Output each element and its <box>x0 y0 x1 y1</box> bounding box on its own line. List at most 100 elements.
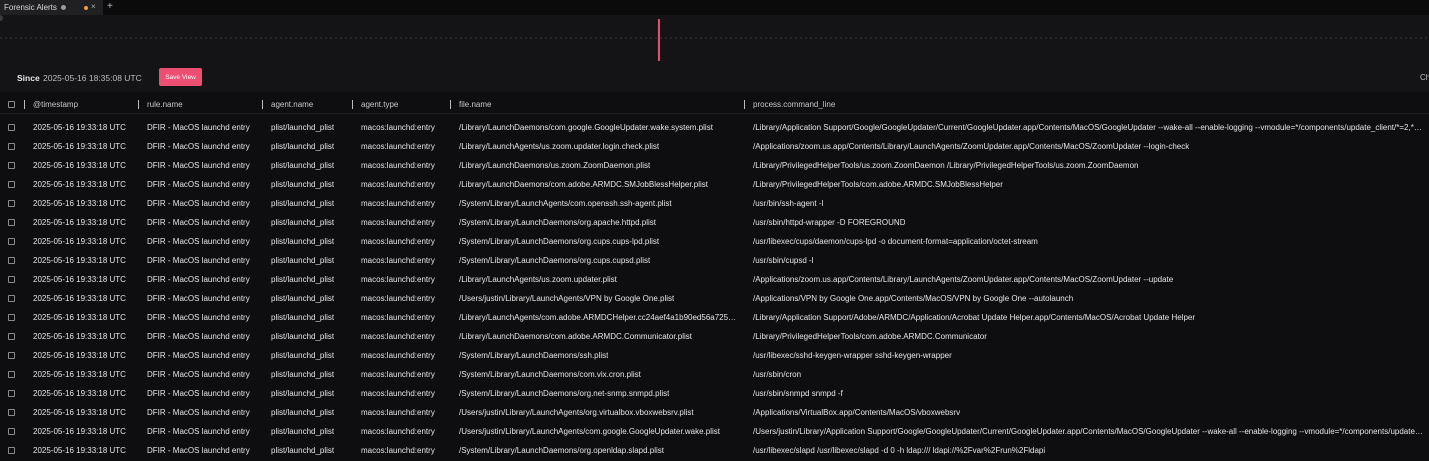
cell-timestamp: 2025-05-16 19:33:18 UTC <box>33 218 126 227</box>
cell-agent-type: macos:launchd:entry <box>361 256 435 265</box>
row-checkbox[interactable] <box>8 314 15 321</box>
histogram-chart <box>0 15 1429 65</box>
cell-agent-type: macos:launchd:entry <box>361 294 435 303</box>
cell-rule-name: DFIR - MacOS launchd entry <box>147 180 250 189</box>
table-row[interactable]: 2025-05-16 19:33:18 UTC DFIR - MacOS laun… <box>0 422 1429 441</box>
column-separator[interactable] <box>450 100 451 109</box>
cell-agent-name: plist/launchd_plist <box>271 389 335 398</box>
cell-agent-type: macos:launchd:entry <box>361 351 435 360</box>
cell-agent-name: plist/launchd_plist <box>271 256 335 265</box>
cell-command-line: /usr/libexec/slapd /usr/libexec/slapd -d… <box>753 446 1046 455</box>
column-separator[interactable] <box>352 100 353 109</box>
toolbar-edge-text[interactable]: Ch <box>1420 73 1429 82</box>
cell-command-line: /Library/PrivilegedHelperTools/com.adobe… <box>753 332 987 341</box>
row-checkbox[interactable] <box>8 352 15 359</box>
tab-forensic-alerts[interactable]: Forensic Alerts × <box>0 0 103 15</box>
cell-command-line: /Applications/VPN by Google One.app/Cont… <box>753 294 1074 303</box>
cell-agent-name: plist/launchd_plist <box>271 142 335 151</box>
cell-agent-type: macos:launchd:entry <box>361 446 435 455</box>
row-checkbox[interactable] <box>8 219 15 226</box>
row-checkbox[interactable] <box>8 447 15 454</box>
cell-timestamp: 2025-05-16 19:33:18 UTC <box>33 256 126 265</box>
row-checkbox[interactable] <box>8 276 15 283</box>
table-row[interactable]: 2025-05-16 19:33:18 UTC DFIR - MacOS laun… <box>0 270 1429 289</box>
table-row[interactable]: 2025-05-16 19:33:18 UTC DFIR - MacOS laun… <box>0 194 1429 213</box>
cell-command-line: /Users/justin/Library/Application Suppor… <box>753 427 1423 436</box>
table-row[interactable]: 2025-05-16 19:33:18 UTC DFIR - MacOS laun… <box>0 232 1429 251</box>
row-checkbox[interactable] <box>8 181 15 188</box>
cell-rule-name: DFIR - MacOS launchd entry <box>147 199 250 208</box>
info-icon <box>60 5 66 10</box>
cell-agent-type: macos:launchd:entry <box>361 313 435 322</box>
column-separator[interactable] <box>744 100 745 109</box>
cell-file-name: /Library/LaunchDaemons/com.google.Google… <box>459 123 713 132</box>
row-checkbox[interactable] <box>8 257 15 264</box>
cell-timestamp: 2025-05-16 19:33:18 UTC <box>33 332 126 341</box>
cell-rule-name: DFIR - MacOS launchd entry <box>147 275 250 284</box>
column-separator[interactable] <box>138 100 139 109</box>
table-row[interactable]: 2025-05-16 19:33:18 UTC DFIR - MacOS laun… <box>0 384 1429 403</box>
column-header-agent-name[interactable]: agent.name <box>271 100 313 109</box>
cell-agent-name: plist/launchd_plist <box>271 161 335 170</box>
cell-file-name: /Library/LaunchDaemons/us.zoom.ZoomDaemo… <box>459 161 651 170</box>
cell-file-name: /System/Library/LaunchDaemons/org.cups.c… <box>459 237 660 246</box>
table-row[interactable]: 2025-05-16 19:33:18 UTC DFIR - MacOS laun… <box>0 251 1429 270</box>
cell-agent-name: plist/launchd_plist <box>271 275 335 284</box>
table-row[interactable]: 2025-05-16 19:33:18 UTC DFIR - MacOS laun… <box>0 289 1429 308</box>
cell-command-line: /usr/bin/ssh-agent -l <box>753 199 824 208</box>
cell-file-name: /Users/justin/Library/LaunchAgents/VPN b… <box>459 294 675 303</box>
cell-agent-name: plist/launchd_plist <box>271 237 335 246</box>
cell-timestamp: 2025-05-16 19:33:18 UTC <box>33 313 126 322</box>
cell-agent-type: macos:launchd:entry <box>361 142 435 151</box>
row-checkbox[interactable] <box>8 295 15 302</box>
table-row[interactable]: 2025-05-16 19:33:18 UTC DFIR - MacOS laun… <box>0 118 1429 137</box>
row-checkbox[interactable] <box>8 162 15 169</box>
table-row[interactable]: 2025-05-16 19:33:18 UTC DFIR - MacOS laun… <box>0 441 1429 460</box>
row-checkbox[interactable] <box>8 390 15 397</box>
cell-command-line: /usr/sbin/httpd-wrapper -D FOREGROUND <box>753 218 906 227</box>
cell-timestamp: 2025-05-16 19:33:18 UTC <box>33 237 126 246</box>
column-header-agent-type[interactable]: agent.type <box>361 100 398 109</box>
row-checkbox[interactable] <box>8 143 15 150</box>
cell-agent-type: macos:launchd:entry <box>361 408 435 417</box>
table-row[interactable]: 2025-05-16 19:33:18 UTC DFIR - MacOS laun… <box>0 327 1429 346</box>
table-row[interactable]: 2025-05-16 19:33:18 UTC DFIR - MacOS laun… <box>0 156 1429 175</box>
save-view-button[interactable]: Save View <box>159 68 202 86</box>
row-checkbox[interactable] <box>8 371 15 378</box>
close-icon[interactable]: × <box>91 3 96 11</box>
cell-timestamp: 2025-05-16 19:33:18 UTC <box>33 389 126 398</box>
histogram-bar[interactable] <box>657 19 660 61</box>
column-header-timestamp[interactable]: @timestamp <box>33 100 78 109</box>
column-separator[interactable] <box>262 100 263 109</box>
column-header-file-name[interactable]: file.name <box>459 100 491 109</box>
cell-file-name: /System/Library/LaunchDaemons/ssh.plist <box>459 351 609 360</box>
table-row[interactable]: 2025-05-16 19:33:18 UTC DFIR - MacOS laun… <box>0 175 1429 194</box>
column-header-rule-name[interactable]: rule.name <box>147 100 183 109</box>
cell-rule-name: DFIR - MacOS launchd entry <box>147 370 250 379</box>
row-checkbox[interactable] <box>8 200 15 207</box>
table-row[interactable]: 2025-05-16 19:33:18 UTC DFIR - MacOS laun… <box>0 213 1429 232</box>
cell-rule-name: DFIR - MacOS launchd entry <box>147 218 250 227</box>
cell-file-name: /System/Library/LaunchDaemons/org.cups.c… <box>459 256 651 265</box>
cell-agent-name: plist/launchd_plist <box>271 218 335 227</box>
table-row[interactable]: 2025-05-16 19:33:18 UTC DFIR - MacOS laun… <box>0 308 1429 327</box>
table-row[interactable]: 2025-05-16 19:33:18 UTC DFIR - MacOS laun… <box>0 346 1429 365</box>
row-checkbox[interactable] <box>8 428 15 435</box>
row-checkbox[interactable] <box>8 238 15 245</box>
table-body: 2025-05-16 19:33:18 UTC DFIR - MacOS laun… <box>0 118 1429 460</box>
table-row[interactable]: 2025-05-16 19:33:18 UTC DFIR - MacOS laun… <box>0 403 1429 422</box>
since-value: 2025-05-16 18:35:08 UTC <box>43 73 142 83</box>
table-row[interactable]: 2025-05-16 19:33:18 UTC DFIR - MacOS laun… <box>0 137 1429 156</box>
cell-agent-name: plist/launchd_plist <box>271 294 335 303</box>
cell-file-name: /Users/justin/Library/LaunchAgents/com.g… <box>459 427 721 436</box>
cell-agent-name: plist/launchd_plist <box>271 408 335 417</box>
column-header-command-line[interactable]: process.command_line <box>753 100 835 109</box>
select-all-checkbox[interactable] <box>8 101 15 108</box>
row-checkbox[interactable] <box>8 333 15 340</box>
row-checkbox[interactable] <box>8 409 15 416</box>
cell-rule-name: DFIR - MacOS launchd entry <box>147 332 250 341</box>
add-tab-icon[interactable]: + <box>107 2 113 12</box>
table-row[interactable]: 2025-05-16 19:33:18 UTC DFIR - MacOS laun… <box>0 365 1429 384</box>
row-checkbox[interactable] <box>8 124 15 131</box>
column-separator[interactable] <box>24 100 25 109</box>
